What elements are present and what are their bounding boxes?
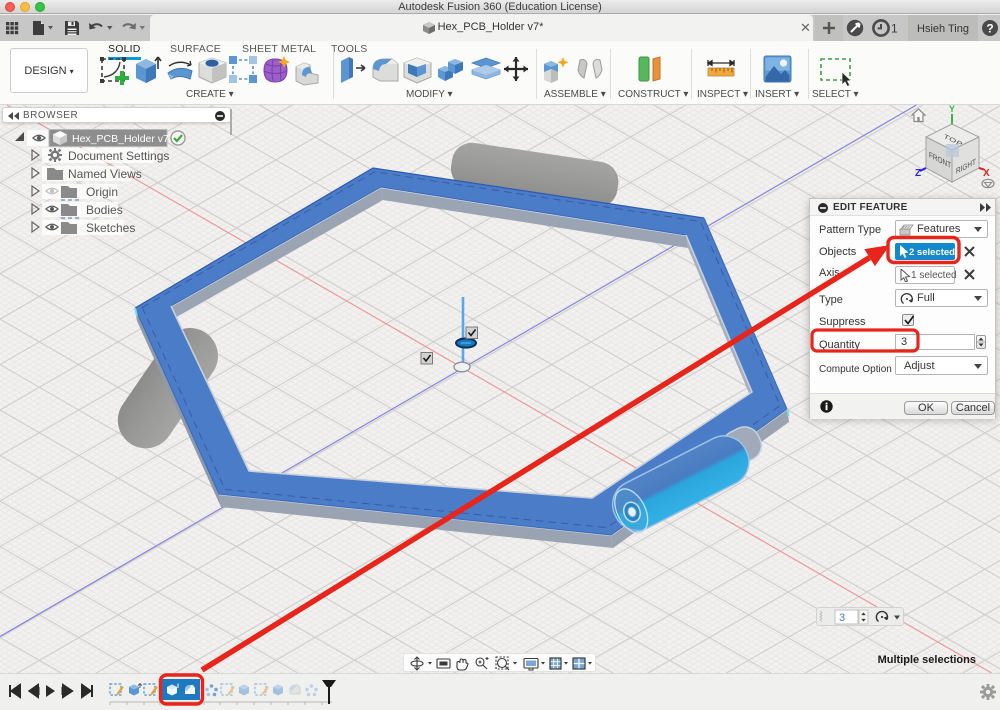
svg-text:3: 3	[839, 612, 845, 624]
svg-text:Hsieh Ting: Hsieh Ting	[917, 23, 969, 35]
svg-text:Document Settings: Document Settings	[68, 149, 169, 163]
svg-text:Named Views: Named Views	[68, 167, 142, 181]
svg-text:1: 1	[891, 22, 898, 36]
svg-text:Hex_PCB_Holder v7: Hex_PCB_Holder v7	[72, 133, 169, 145]
svg-text:Bodies: Bodies	[86, 203, 123, 217]
svg-text:Sketches: Sketches	[86, 221, 135, 235]
svg-text:?: ?	[986, 21, 993, 35]
svg-text:Origin: Origin	[86, 185, 118, 199]
